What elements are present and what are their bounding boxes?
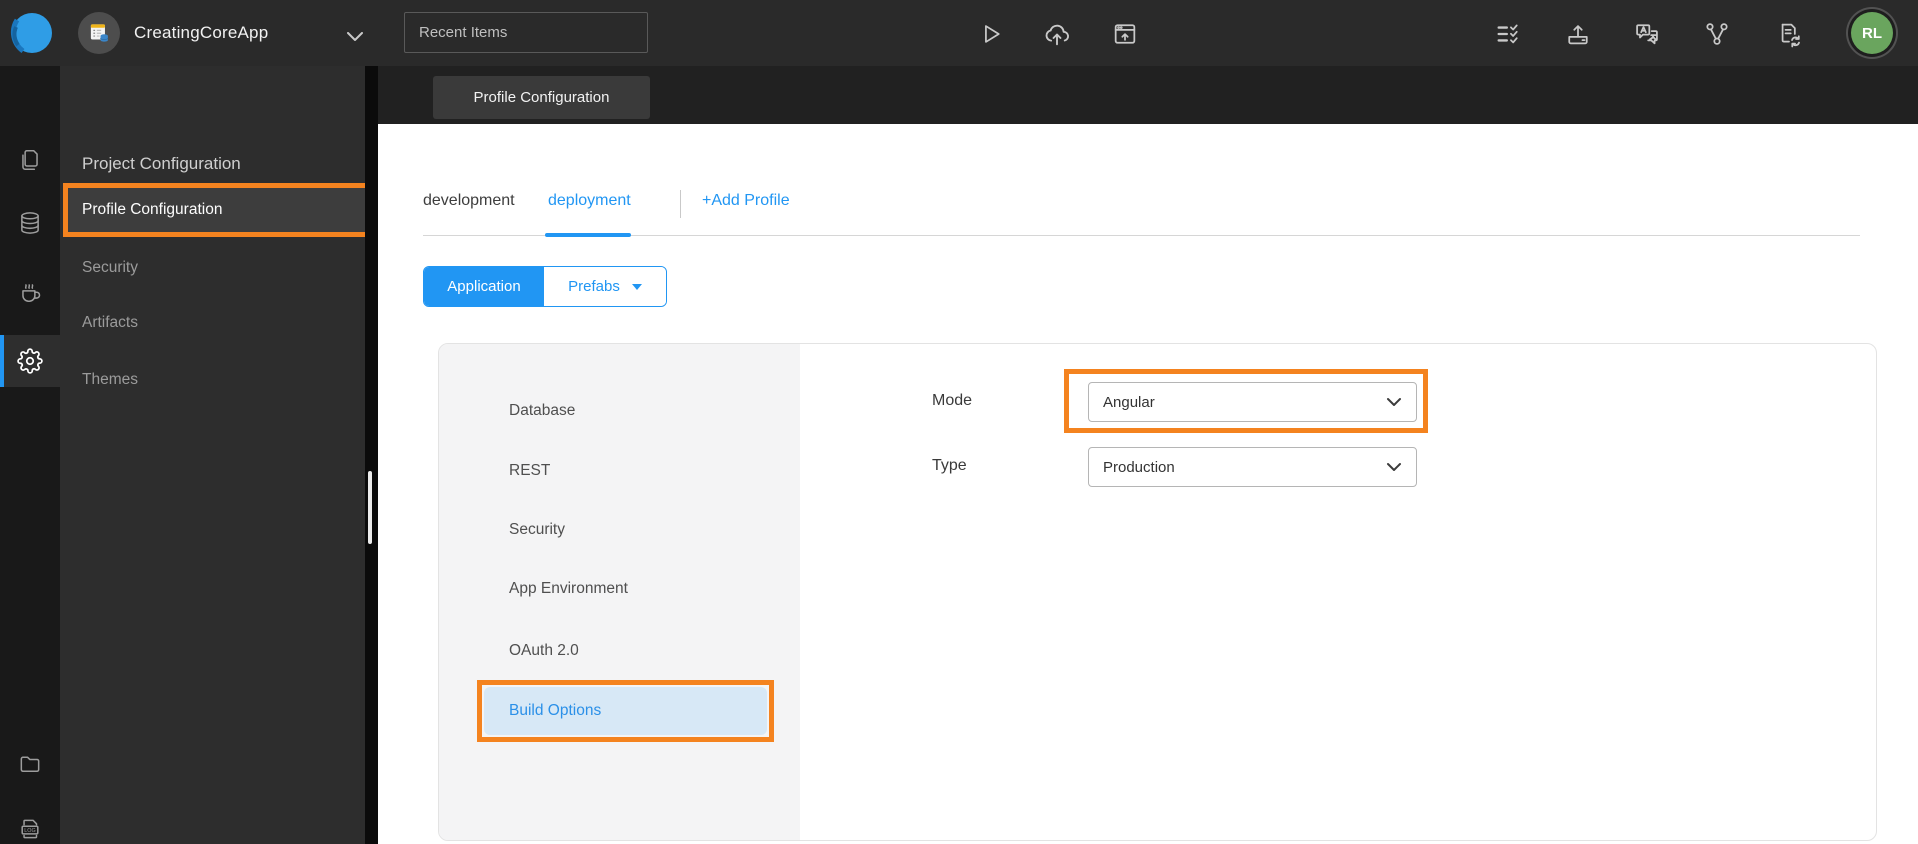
deploy-cloud-upload-icon[interactable] (1040, 17, 1074, 51)
log-file-icon[interactable]: LOG (0, 803, 60, 844)
user-avatar[interactable]: RL (1851, 12, 1893, 54)
menu-item-database[interactable]: Database (439, 389, 800, 433)
page-tab-bar: Profile Configuration (378, 66, 1918, 124)
recent-items-input[interactable]: Recent Items (404, 12, 648, 53)
file-sync-icon[interactable] (1772, 17, 1806, 51)
tab-deployment[interactable]: deployment (548, 192, 631, 212)
sidebar-scrollbar-thumb[interactable] (368, 471, 372, 544)
sidebar-item-security[interactable]: Security (60, 246, 365, 290)
mode-select[interactable]: Angular (1088, 382, 1417, 422)
run-icon[interactable] (973, 17, 1007, 51)
export-drive-icon[interactable] (1561, 17, 1595, 51)
menu-item-app-environment[interactable]: App Environment (439, 567, 800, 611)
page-tab-profile-configuration[interactable]: Profile Configuration (433, 76, 650, 119)
type-select[interactable]: Production (1088, 447, 1417, 487)
settings-menu: Database REST Security App Environment O… (439, 344, 800, 840)
type-select-value: Production (1103, 458, 1175, 476)
sidebar-item-profile-configuration[interactable]: Profile Configuration (63, 183, 373, 237)
build-options-highlight-box: Build Options (477, 680, 774, 742)
add-profile-button[interactable]: +Add Profile (702, 192, 790, 212)
sidebar-edge-strip (365, 66, 378, 844)
sidebar-item-artifacts[interactable]: Artifacts (60, 301, 365, 345)
chevron-down-icon (1387, 463, 1401, 471)
type-label: Type (932, 457, 967, 474)
tab-development[interactable]: development (423, 192, 515, 212)
database-icon[interactable] (0, 197, 60, 249)
prefabs-caret-icon (631, 283, 642, 290)
checklist-icon[interactable] (1491, 17, 1525, 51)
wavemaker-logo-icon[interactable] (10, 11, 54, 55)
settings-gear-icon[interactable] (0, 335, 60, 387)
toggle-application-button[interactable]: Application (424, 267, 544, 306)
preview-window-icon[interactable] (1108, 17, 1142, 51)
tabs-divider-line (423, 235, 1860, 236)
toggle-prefabs-button[interactable]: Prefabs (544, 267, 666, 306)
tab-separator (680, 190, 681, 218)
prefabs-label: Prefabs (568, 278, 620, 295)
build-settings-panel: Database REST Security App Environment O… (438, 343, 1877, 841)
scope-toggle: Application Prefabs (423, 266, 667, 307)
active-tab-underline (545, 233, 631, 237)
java-services-icon[interactable] (0, 266, 60, 318)
project-config-sidebar: Project Configuration General Profile Co… (60, 66, 373, 844)
pages-icon[interactable] (0, 134, 60, 186)
menu-item-security[interactable]: Security (439, 508, 800, 552)
sidebar-title: Project Configuration (82, 154, 241, 173)
menu-item-build-options[interactable]: Build Options (484, 687, 767, 735)
app-root: CreatingCoreApp Recent Items RL LOG Proj… (0, 0, 1918, 844)
menu-item-oauth[interactable]: OAuth 2.0 (439, 629, 800, 673)
top-bar: CreatingCoreApp Recent Items RL (0, 0, 1918, 66)
chevron-down-icon (1387, 398, 1401, 406)
project-title: CreatingCoreApp (134, 23, 269, 42)
sidebar-item-themes[interactable]: Themes (60, 358, 365, 402)
log-label: LOG (24, 828, 35, 834)
version-control-branch-icon[interactable] (1700, 17, 1734, 51)
menu-item-rest[interactable]: REST (439, 449, 800, 493)
project-switcher-icon[interactable] (78, 12, 120, 54)
translate-chat-icon[interactable] (1630, 17, 1664, 51)
file-explorer-folder-icon[interactable] (0, 738, 60, 790)
mode-label: Mode (932, 392, 973, 409)
icon-rail: LOG (0, 66, 60, 844)
main-content: Profile Configuration development deploy… (378, 66, 1918, 844)
chevron-down-icon[interactable] (347, 28, 363, 46)
mode-select-value: Angular (1103, 393, 1155, 411)
